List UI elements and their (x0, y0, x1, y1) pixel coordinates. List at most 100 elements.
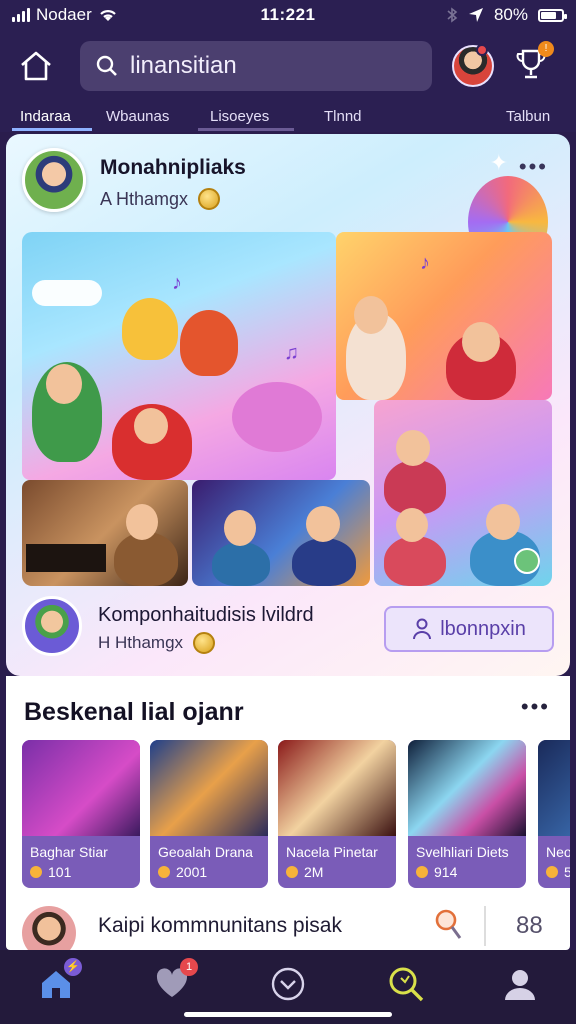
person-head (306, 506, 340, 542)
home-icon (21, 51, 51, 81)
room-thumbnail (22, 740, 140, 836)
tab-lisoeyes[interactable]: Lisoeyes (210, 108, 269, 125)
status-right: 80% (364, 5, 567, 25)
cartoon-character (180, 310, 238, 376)
section-title: Beskenal lial ojanr (24, 698, 244, 726)
collage-tile-cartoon[interactable]: ♪ ♫ (22, 232, 336, 480)
room-thumbnail (150, 740, 268, 836)
member-avatar[interactable] (22, 596, 82, 656)
piano-shape (26, 544, 106, 572)
section-more-button[interactable]: ••• (521, 694, 550, 720)
community-title[interactable]: Monahnipliaks (100, 156, 246, 180)
member-subtitle: H Hthamgx (98, 632, 216, 654)
featured-section: Beskenal lial ojanr ••• Baghar Stiar 101… (6, 676, 570, 960)
member-name[interactable]: Komponhaitudisis lvildrd (98, 604, 314, 627)
room-count: 2001 (158, 864, 207, 880)
community-card[interactable]: Monahnipliaks A Hthamgx ✦ ••• ♪ ♫ ♪ Komp… (6, 134, 570, 676)
notification-badge: ⚡ (64, 958, 82, 976)
notification-badge: 1 (180, 958, 198, 976)
sparkle-icon: ✦ (489, 150, 508, 175)
room-card[interactable]: Baghar Stiar 101 (22, 740, 140, 888)
signal-icon (12, 8, 30, 22)
collage-tile-piano[interactable] (22, 480, 188, 586)
community-list-item[interactable]: Kaipi kommnunitans pisak 88 (22, 902, 562, 960)
search-input[interactable]: linansitian (80, 41, 432, 91)
community-collage[interactable]: ♪ ♫ ♪ (22, 232, 552, 586)
cartoon-character (122, 298, 178, 360)
entry-title: Kaipi kommnunitans pisak (98, 914, 342, 937)
nav-search[interactable] (384, 962, 428, 1006)
room-title: Baghar Stiar (30, 844, 108, 860)
tab-indicator-secondary (198, 128, 294, 131)
person-figure (114, 532, 178, 586)
collage-tile-friends[interactable] (374, 400, 552, 586)
member-subtitle-text: H Hthamgx (98, 633, 184, 652)
coin-icon (30, 866, 42, 878)
community-subtitle: A Hthamgx (100, 188, 221, 210)
status-bar: Nodaer 11:221 80% (0, 0, 576, 30)
room-card[interactable]: Nacela Pinetar 2M (278, 740, 396, 888)
home-button[interactable] (14, 44, 58, 88)
coin-icon (546, 866, 558, 878)
explore-icon (271, 967, 305, 1001)
room-count: 101 (30, 864, 71, 880)
person-head (224, 510, 256, 546)
status-time: 11:221 (260, 5, 316, 24)
person-head (396, 508, 428, 542)
person-head (46, 364, 82, 404)
join-button[interactable]: lbonnpxin (384, 606, 554, 652)
nav-favorites[interactable]: 1 (150, 958, 198, 1006)
carrier-name: Nodaer (36, 5, 92, 24)
coin-icon (198, 188, 221, 210)
tab-tlnnd[interactable]: Tlnnd (324, 108, 362, 125)
coin-icon (193, 632, 216, 654)
divider (484, 906, 486, 946)
nav-explore[interactable] (266, 962, 310, 1006)
tab-indaraa[interactable]: Indaraa (20, 108, 71, 125)
entry-count: 88 (516, 912, 543, 939)
profile-icon (505, 970, 535, 1000)
community-avatar[interactable] (22, 148, 86, 212)
person-head (396, 430, 430, 466)
person-figure (292, 538, 356, 586)
home-indicator (184, 1012, 392, 1017)
room-title: Neol (546, 844, 570, 860)
collage-tile-music[interactable]: ♪ (336, 232, 552, 400)
rooms-carousel[interactable]: Baghar Stiar 101 Geoalah Drana 2001 Nace… (22, 740, 570, 888)
music-note-icon: ♪ (420, 252, 430, 274)
room-card[interactable]: Neol 5 (538, 740, 570, 888)
person-head (126, 504, 158, 540)
tab-talbun[interactable]: Talbun (506, 108, 550, 125)
room-count-value: 2001 (176, 864, 208, 880)
battery-percent: 80% (493, 5, 528, 24)
member-row: Komponhaitudisis lvildrd H Hthamgx lbonn… (22, 596, 554, 660)
trophy-badge: ! (538, 40, 554, 57)
room-thumbnail (538, 740, 570, 836)
profile-avatar[interactable] (452, 44, 494, 87)
person-figure (212, 542, 270, 586)
join-button-label: lbonnpxin (440, 617, 526, 640)
nav-profile[interactable] (498, 962, 542, 1006)
person-head (486, 504, 520, 540)
trophy-button[interactable]: ! (516, 40, 554, 86)
tab-wbaunas[interactable]: Wbaunas (106, 108, 169, 125)
location-icon (468, 8, 483, 22)
room-count-value: 2M (304, 864, 324, 880)
online-indicator-icon (514, 548, 540, 574)
coin-icon (158, 866, 170, 878)
room-card[interactable]: Geoalah Drana 2001 (150, 740, 268, 888)
more-options-button[interactable]: ••• (519, 154, 548, 180)
search-icon[interactable] (434, 908, 464, 942)
room-card[interactable]: Svelhliari Diets 914 (408, 740, 526, 888)
nav-home[interactable]: ⚡ (34, 958, 82, 1006)
room-title: Geoalah Drana (158, 844, 253, 860)
music-note-icon: ♫ (284, 342, 299, 364)
bluetooth-icon (447, 7, 458, 23)
room-thumbnail (278, 740, 396, 836)
search-icon (389, 967, 424, 1002)
stage-platform (232, 382, 322, 452)
collage-tile-concert[interactable] (192, 480, 370, 586)
room-title: Nacela Pinetar (286, 844, 378, 860)
person-figure (384, 536, 446, 586)
room-count: 5 (546, 864, 570, 880)
